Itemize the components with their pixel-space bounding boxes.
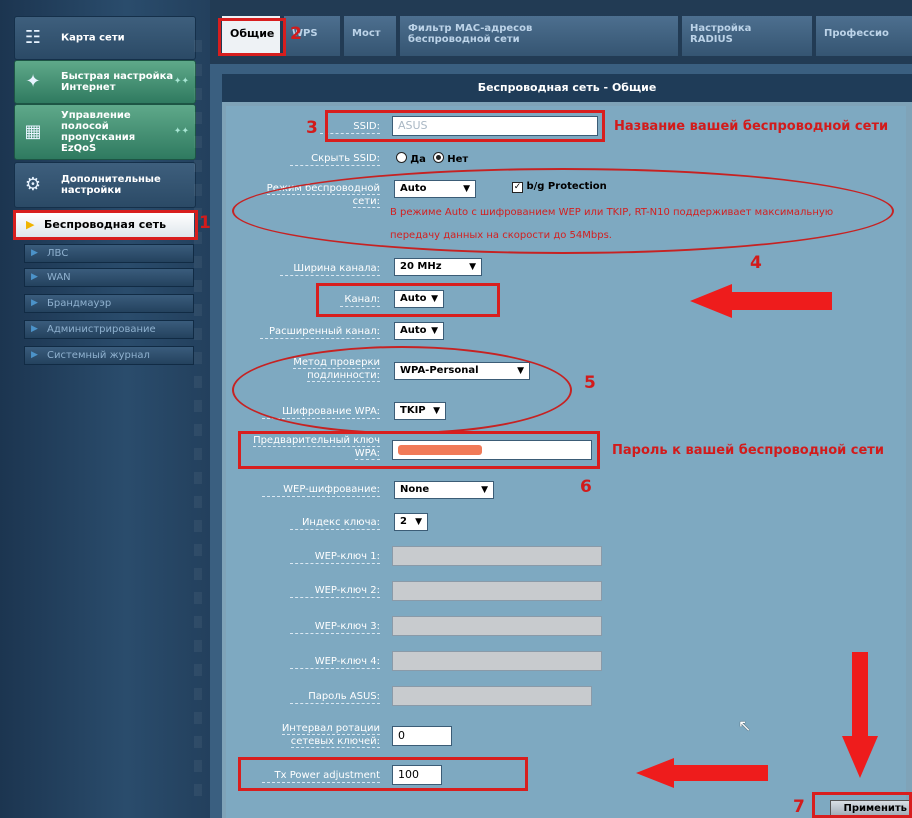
sidebar-subitem-syslog[interactable]: ▶ Системный журнал: [24, 346, 194, 365]
play-icon: ▶: [31, 298, 38, 308]
channel-width-label: Ширина канала:: [280, 262, 380, 276]
wep-key2-label: WEP-ключ 2:: [290, 584, 380, 598]
wep-encryption-label: WEP-шифрование:: [262, 483, 380, 497]
annotation-ellipse-auth: [232, 346, 572, 434]
annotation-arrow-tx: [636, 758, 768, 788]
annotation-arrow-channel: [690, 284, 832, 318]
key-rotation-label: Интервал ротации сетевых ключей:: [262, 722, 380, 748]
play-icon: ▶: [31, 248, 38, 258]
hide-ssid-yes-radio[interactable]: [396, 152, 407, 163]
hide-ssid-yes-label: Да: [410, 154, 426, 165]
sidebar-subitem-admin[interactable]: ▶ Администрирование: [24, 320, 194, 339]
annotation-ssid-note: Название вашей беспроводной сети: [614, 119, 889, 134]
tab-bridge[interactable]: Мост: [344, 16, 396, 56]
annotation-box-ssid: [325, 110, 605, 142]
annotation-ellipse-mode: [232, 168, 894, 254]
sidebar-item-quick-setup[interactable]: ✦ Быстрая настройка Интернет ✦✦: [14, 60, 196, 104]
annotation-number-3: 3: [306, 118, 318, 138]
sparkle-icon: ✦✦: [173, 76, 189, 87]
sidebar-subitem-label: Системный журнал: [47, 350, 150, 361]
annotation-number-4: 4: [750, 253, 762, 273]
chevron-down-icon: ▼: [431, 326, 438, 336]
sidebar-item-network-map[interactable]: ☷ Карта сети: [14, 16, 196, 60]
tab-radius[interactable]: Настройка RADIUS: [682, 16, 812, 56]
annotation-number-5: 5: [584, 373, 596, 393]
sidebar-item-advanced[interactable]: ⚙ Дополнительные настройки: [14, 162, 196, 208]
panel-title: Беспроводная сеть - Общие: [222, 74, 912, 102]
wep-encryption-select[interactable]: None ▼: [394, 481, 494, 499]
tab-bar: Общие WPS Мост Фильтр MAC-адресов беспро…: [210, 0, 912, 64]
annotation-box-apply: [812, 792, 912, 818]
annotation-box-psk: [238, 431, 600, 469]
tab-label: Настройка RADIUS: [690, 23, 752, 45]
ext-channel-value: Auto: [400, 325, 427, 336]
chevron-down-icon: ▼: [469, 262, 476, 272]
hide-ssid-label: Скрыть SSID:: [290, 152, 380, 166]
annotation-box-channel: [316, 283, 500, 317]
tab-professional[interactable]: Профессио: [816, 16, 912, 56]
annotation-box-tab: [218, 18, 286, 56]
tab-label: Фильтр MAC-адресов беспроводной сети: [408, 23, 533, 45]
key-rotation-input[interactable]: 0: [392, 726, 452, 746]
key-rotation-label-text: Интервал ротации сетевых ключей:: [281, 723, 380, 748]
key-index-value: 2: [400, 516, 407, 527]
ext-channel-select[interactable]: Auto ▼: [394, 322, 444, 340]
annotation-box-tx: [238, 757, 528, 791]
chevron-down-icon: ▼: [415, 517, 422, 527]
wep-key1-label: WEP-ключ 1:: [290, 550, 380, 564]
channel-width-value: 20 MHz: [400, 261, 442, 272]
hide-ssid-no-label: Нет: [447, 154, 469, 165]
wep-key4-input[interactable]: [392, 651, 602, 671]
sidebar-item-label: Управление полосой пропускания EzQoS: [61, 110, 136, 154]
wep-key3-label: WEP-ключ 3:: [290, 620, 380, 634]
wep-key4-label: WEP-ключ 4:: [290, 655, 380, 669]
chevron-down-icon: ▼: [481, 485, 488, 495]
annotation-number-2: 2: [290, 24, 302, 44]
asus-password-input[interactable]: [392, 686, 592, 706]
sidebar-subitem-label: WAN: [47, 272, 71, 283]
annotation-number-6: 6: [580, 477, 592, 497]
tab-label: Профессио: [824, 28, 889, 39]
key-index-select[interactable]: 2 ▼: [394, 513, 428, 531]
sidebar-item-label: Карта сети: [61, 32, 125, 44]
channel-width-select[interactable]: 20 MHz ▼: [394, 258, 482, 276]
sparkle-icon: ✦✦: [173, 126, 189, 137]
hide-ssid-no-radio[interactable]: [433, 152, 445, 163]
sidebar-item-label: Дополнительные настройки: [61, 174, 161, 196]
mouse-cursor-icon: ↖: [738, 716, 752, 735]
asus-password-label: Пароль ASUS:: [290, 690, 380, 704]
sidebar-subitem-label: Администрирование: [47, 324, 156, 335]
annotation-box-wireless: [13, 210, 198, 240]
wep-key3-input[interactable]: [392, 616, 602, 636]
play-icon: ▶: [31, 324, 38, 334]
tools-icon: ⚙: [24, 174, 42, 195]
play-icon: ▶: [31, 350, 38, 360]
tab-label: Мост: [352, 28, 381, 39]
sidebar: ☷ Карта сети ✦ Быстрая настройка Интерне…: [0, 0, 210, 818]
sidebar-subitem-label: ЛВС: [47, 248, 69, 259]
sidebar-subitem-wan[interactable]: ▶ WAN: [24, 268, 194, 287]
wep-encryption-value: None: [400, 484, 430, 495]
qos-icon: ▦: [24, 121, 42, 142]
annotation-psk-note: Пароль к вашей беспроводной сети: [612, 443, 884, 458]
play-icon: ▶: [31, 272, 38, 282]
sidebar-subitem-lan[interactable]: ▶ ЛВС: [24, 244, 194, 263]
sidebar-subitem-label: Брандмауэр: [47, 298, 112, 309]
wand-icon: ✦: [25, 71, 41, 92]
key-index-label: Индекс ключа:: [290, 516, 380, 530]
sidebar-subitem-firewall[interactable]: ▶ Брандмауэр: [24, 294, 194, 313]
wep-key2-input[interactable]: [392, 581, 602, 601]
sidebar-item-label: Быстрая настройка Интернет: [61, 71, 174, 93]
ext-channel-label: Расширенный канал:: [260, 325, 380, 339]
annotation-arrow-apply: [842, 652, 878, 778]
wep-key1-input[interactable]: [392, 546, 602, 566]
hide-ssid-radio-group: Да Нет: [396, 152, 468, 165]
tab-mac-filter[interactable]: Фильтр MAC-адресов беспроводной сети: [400, 16, 678, 56]
sidebar-item-ezqos[interactable]: ▦ Управление полосой пропускания EzQoS ✦…: [14, 104, 196, 160]
annotation-number-7: 7: [793, 797, 805, 817]
network-map-icon: ☷: [24, 27, 42, 48]
key-rotation-value: 0: [398, 729, 405, 742]
